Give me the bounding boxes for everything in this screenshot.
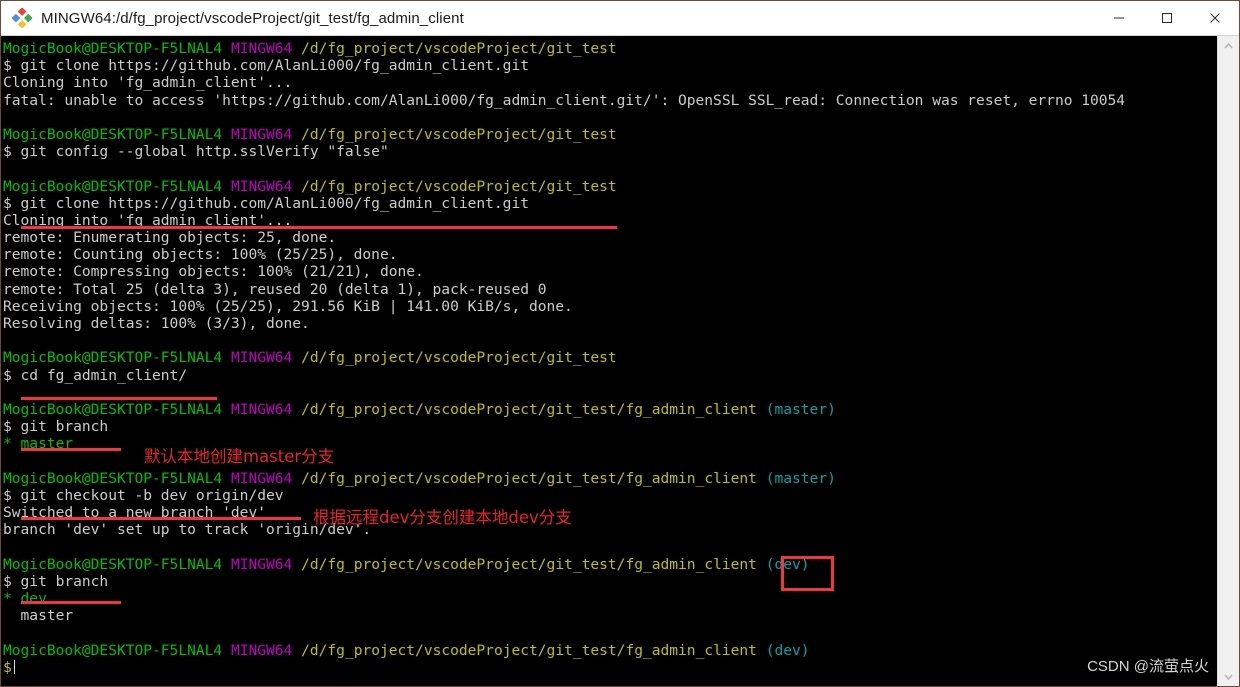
- prompt-user: MogicBook@DESKTOP-F5LNAL4: [3, 400, 223, 418]
- prompt-line: MogicBook@DESKTOP-F5LNAL4 MINGW64 /d/fg_…: [3, 349, 1217, 366]
- prompt-shell: MINGW64: [230, 40, 293, 57]
- prompt-path: /d/fg_project/vscodeProject/git_test/fg_…: [301, 400, 757, 418]
- underline-branch-command-1: [21, 448, 121, 451]
- prompt-line: MogicBook@DESKTOP-F5LNAL4 MINGW64 /d/fg_…: [3, 178, 1217, 195]
- output-line: remote: Enumerating objects: 25, done.: [3, 229, 337, 247]
- active-prompt-line[interactable]: $: [3, 659, 1217, 676]
- prompt-path: /d/fg_project/vscodeProject/git_test/fg_…: [301, 469, 757, 487]
- prompt-line: MogicBook@DESKTOP-F5LNAL4 MINGW64 /d/fg_…: [3, 556, 1217, 573]
- prompt-line: MogicBook@DESKTOP-F5LNAL4 MINGW64 /d/fg_…: [3, 470, 1217, 487]
- output-line: remote: Total 25 (delta 3), reused 20 (d…: [3, 280, 547, 298]
- prompt-shell: MINGW64: [230, 177, 293, 195]
- prompt-user: MogicBook@DESKTOP-F5LNAL4: [3, 177, 223, 195]
- prompt-user: MogicBook@DESKTOP-F5LNAL4: [3, 125, 223, 143]
- window-title: MINGW64:/d/fg_project/vscodeProject/git_…: [41, 9, 464, 27]
- prompt-path: /d/fg_project/vscodeProject/git_test: [301, 177, 617, 195]
- close-icon: [1210, 13, 1220, 23]
- output-line: branch 'dev' set up to track 'origin/dev…: [3, 521, 372, 539]
- prompt-shell: MINGW64: [230, 349, 293, 367]
- prompt-line: MogicBook@DESKTOP-F5LNAL4 MINGW64 /d/fg_…: [3, 40, 1217, 57]
- prompt-shell: MINGW64: [230, 469, 293, 487]
- underline-branch-command-2: [21, 601, 121, 604]
- branch-indicator: (master): [765, 469, 836, 487]
- underline-cd-command: [21, 397, 217, 400]
- branch-indicator: (dev): [765, 641, 810, 659]
- annotation-master-branch: 默认本地创建master分支: [144, 447, 335, 466]
- scroll-down-button[interactable]: [1218, 667, 1239, 686]
- command-line: $ git clone https://github.com/AlanLi000…: [3, 57, 529, 75]
- output-line: Resolving deltas: 100% (3/3), done.: [3, 315, 310, 332]
- prompt-path: /d/fg_project/vscodeProject/git_test/fg_…: [301, 555, 757, 573]
- output-line: remote: Compressing objects: 100% (21/21…: [3, 263, 424, 281]
- branch-list-item: * dev: [3, 590, 47, 607]
- prompt-shell: MINGW64: [230, 555, 293, 573]
- output-line: remote: Counting objects: 100% (25/25), …: [3, 246, 398, 264]
- command-line: $ cd fg_admin_client/: [3, 366, 188, 384]
- scrollbar-thumb[interactable]: [1219, 55, 1238, 600]
- chevron-up-icon: [1224, 42, 1233, 49]
- command-line: $ git checkout -b dev origin/dev: [3, 486, 284, 504]
- annotation-dev-branch: 根据远程dev分支创建本地dev分支: [313, 508, 572, 527]
- watermark: CSDN @流萤点火: [1087, 658, 1209, 675]
- command-line: $ git branch: [3, 572, 109, 590]
- prompt-shell: MINGW64: [230, 125, 293, 143]
- terminal-output[interactable]: MogicBook@DESKTOP-F5LNAL4 MINGW64 /d/fg_…: [1, 36, 1217, 686]
- output-line: Receiving objects: 100% (25/25), 291.56 …: [3, 297, 573, 315]
- command-line: $ git branch: [3, 418, 109, 436]
- git-bash-window: MINGW64:/d/fg_project/vscodeProject/git_…: [0, 0, 1240, 687]
- prompt-user: MogicBook@DESKTOP-F5LNAL4: [3, 40, 223, 57]
- vertical-scrollbar[interactable]: [1217, 36, 1239, 686]
- maximize-button[interactable]: [1143, 1, 1191, 36]
- prompt-user: MogicBook@DESKTOP-F5LNAL4: [3, 349, 223, 367]
- scroll-up-button[interactable]: [1218, 36, 1239, 55]
- prompt-shell: MINGW64: [230, 400, 293, 418]
- prompt-symbol: $: [3, 658, 12, 676]
- prompt-shell: MINGW64: [230, 641, 293, 659]
- prompt-line: MogicBook@DESKTOP-F5LNAL4 MINGW64 /d/fg_…: [3, 642, 1217, 659]
- window-controls: [1095, 1, 1239, 36]
- command-line: $ git config --global http.sslVerify "fa…: [3, 143, 389, 161]
- underline-checkout-command: [21, 517, 301, 520]
- prompt-path: /d/fg_project/vscodeProject/git_test/fg_…: [301, 641, 757, 659]
- close-button[interactable]: [1191, 1, 1239, 36]
- prompt-path: /d/fg_project/vscodeProject/git_test: [301, 40, 617, 57]
- prompt-user: MogicBook@DESKTOP-F5LNAL4: [3, 641, 223, 659]
- chevron-down-icon: [1224, 673, 1233, 680]
- underline-clone-command: [21, 226, 617, 229]
- title-bar[interactable]: MINGW64:/d/fg_project/vscodeProject/git_…: [1, 1, 1239, 36]
- highlight-box-dev-branch: [781, 556, 834, 591]
- command-line: $ git clone https://github.com/AlanLi000…: [3, 194, 529, 212]
- maximize-icon: [1162, 13, 1172, 23]
- output-line: Cloning into 'fg_admin_client'...: [3, 74, 293, 92]
- prompt-user: MogicBook@DESKTOP-F5LNAL4: [3, 555, 223, 573]
- minimize-icon: [1114, 17, 1124, 19]
- prompt-path: /d/fg_project/vscodeProject/git_test: [301, 349, 617, 367]
- git-bash-icon: [11, 7, 33, 29]
- output-line: fatal: unable to access 'https://github.…: [3, 91, 1126, 109]
- prompt-line: MogicBook@DESKTOP-F5LNAL4 MINGW64 /d/fg_…: [3, 126, 1217, 143]
- prompt-user: MogicBook@DESKTOP-F5LNAL4: [3, 469, 223, 487]
- prompt-path: /d/fg_project/vscodeProject/git_test: [301, 125, 617, 143]
- minimize-button[interactable]: [1095, 1, 1143, 36]
- text-cursor: [13, 659, 16, 674]
- terminal-area[interactable]: MogicBook@DESKTOP-F5LNAL4 MINGW64 /d/fg_…: [1, 36, 1239, 686]
- branch-list-item: master: [3, 607, 74, 625]
- branch-indicator: (master): [765, 400, 836, 418]
- prompt-line: MogicBook@DESKTOP-F5LNAL4 MINGW64 /d/fg_…: [3, 401, 1217, 418]
